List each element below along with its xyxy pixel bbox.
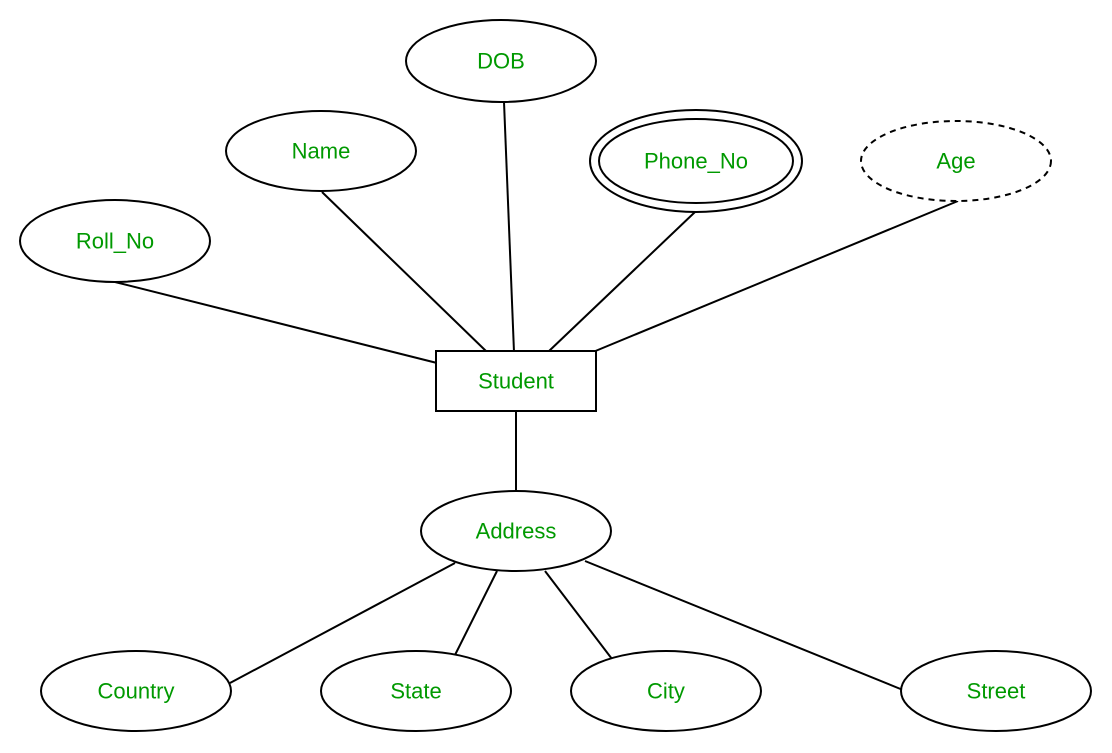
attribute-label: Name [292, 139, 351, 164]
edge-address-city [544, 570, 613, 660]
edge-roll-no-student [114, 281, 438, 364]
attribute-street[interactable]: Street [900, 650, 1092, 732]
edge-dob-student [503, 101, 515, 353]
attribute-label: City [647, 679, 685, 704]
attribute-label: Phone_No [644, 149, 748, 174]
attribute-label: Street [967, 679, 1026, 704]
attribute-city[interactable]: City [570, 650, 762, 732]
attribute-label: Country [97, 679, 174, 704]
attribute-label: Roll_No [76, 229, 154, 254]
attribute-dob[interactable]: DOB [405, 19, 597, 103]
er-diagram: Student Roll_No Name DOB Phone_No Age Ad… [19, 19, 1092, 732]
attribute-phone-no-multivalued[interactable]: Phone_No [589, 109, 803, 213]
edge-name-student [321, 191, 488, 353]
attribute-roll-no[interactable]: Roll_No [19, 199, 211, 283]
attribute-age-derived[interactable]: Age [860, 120, 1052, 202]
attribute-label: State [390, 679, 441, 704]
attribute-label: DOB [477, 49, 525, 74]
attribute-state[interactable]: State [320, 650, 512, 732]
attribute-address-composite[interactable]: Address [420, 490, 612, 572]
edge-age-student [592, 200, 959, 353]
attribute-country[interactable]: Country [40, 650, 232, 732]
entity-student[interactable]: Student [435, 350, 597, 412]
entity-label: Student [478, 369, 554, 394]
attribute-label: Age [936, 149, 975, 174]
edge-phone-no-student [547, 211, 696, 353]
attribute-name[interactable]: Name [225, 110, 417, 192]
edge-address-state [454, 570, 498, 656]
attribute-label: Address [476, 519, 557, 544]
